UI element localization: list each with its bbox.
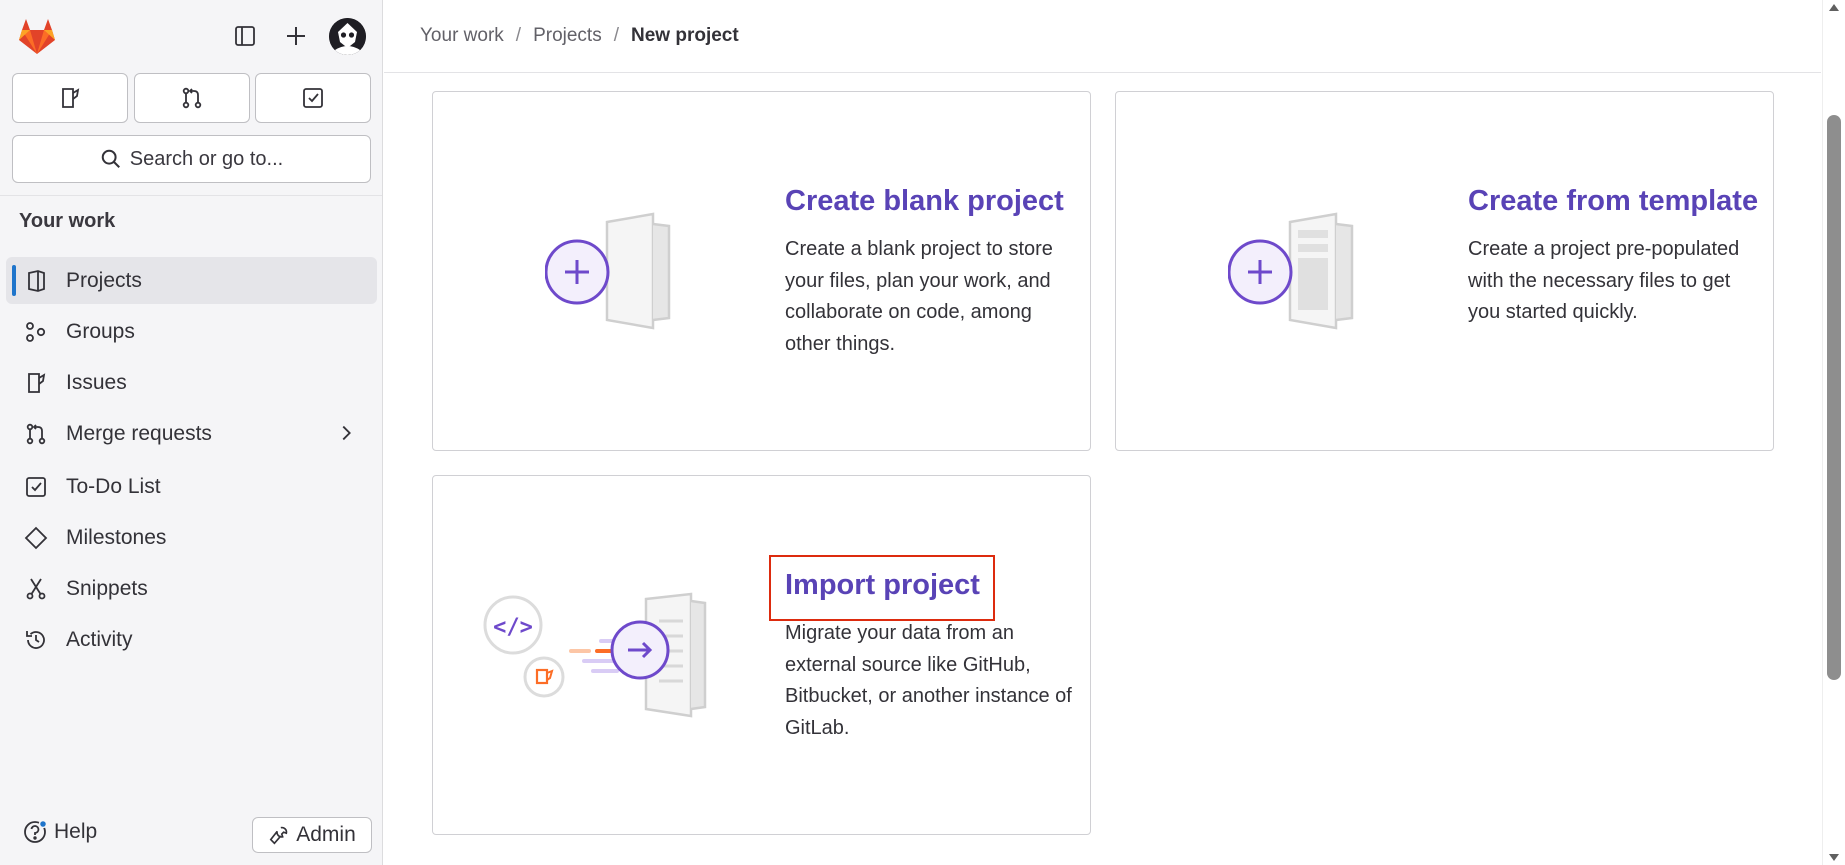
sidebar-item-label: Snippets [66, 576, 148, 600]
top-bar: Your work / Projects / New project [384, 0, 1821, 73]
sidebar-item-activity[interactable]: Activity [6, 616, 377, 663]
issues-icon [28, 373, 46, 393]
create-blank-project-card[interactable]: Create blank project Create a blank proj… [432, 91, 1091, 451]
assigned-issues-button[interactable] [12, 73, 128, 123]
sidebar-item-label: Activity [66, 627, 133, 651]
sidebar: Search or go to... Your work Projects Gr… [0, 0, 383, 865]
sidebar-item-label: Projects [66, 268, 142, 292]
blank-project-illustration [545, 212, 671, 330]
help-button[interactable]: Help [22, 819, 97, 845]
gitlab-logo-icon[interactable] [16, 16, 58, 56]
sidebar-item-label: Merge requests [66, 421, 212, 445]
sidebar-item-label: Milestones [66, 525, 167, 549]
scrollbar-thumb[interactable] [1827, 115, 1841, 680]
sidebar-item-milestones[interactable]: Milestones [6, 514, 377, 561]
scroll-down-arrow-icon[interactable] [1829, 854, 1839, 861]
breadcrumb-separator: / [613, 25, 619, 46]
todo-icon [26, 477, 46, 497]
snippet-icon [26, 578, 46, 600]
card-title: Create from template [1468, 185, 1759, 217]
issues-icon [62, 88, 80, 108]
breadcrumb-your-work[interactable]: Your work [420, 25, 504, 47]
sidebar-item-todo-list[interactable]: To-Do List [6, 463, 377, 510]
breadcrumb-separator: / [515, 25, 522, 46]
todo-button[interactable] [255, 73, 371, 123]
sidebar-item-merge-requests[interactable]: Merge requests [6, 410, 377, 457]
sidebar-divider [0, 195, 382, 196]
card-description: Create a project pre-populated with the … [1468, 238, 1740, 323]
sidebar-item-snippets[interactable]: Snippets [6, 565, 377, 612]
chevron-right-icon [342, 425, 351, 441]
import-project-illustration: </> [483, 592, 707, 718]
svg-text:</>: </> [493, 615, 533, 640]
create-new-icon[interactable] [278, 18, 314, 54]
merge-requests-button[interactable] [134, 73, 250, 123]
card-description: Migrate your data from an external sourc… [785, 622, 1072, 739]
import-project-card[interactable]: </> Import project Migrate your data fro… [432, 475, 1091, 835]
wrench-icon [269, 826, 288, 845]
card-title: Create blank project [785, 185, 1064, 217]
milestone-icon [24, 526, 48, 550]
search-icon [101, 149, 120, 168]
merge-request-icon [182, 87, 202, 109]
card-description: Create a blank project to store your fil… [785, 238, 1053, 355]
scrollbar[interactable] [1822, 0, 1845, 865]
search-button[interactable]: Search or go to... [12, 135, 371, 183]
admin-label: Admin [296, 823, 356, 846]
admin-button[interactable]: Admin [252, 817, 372, 853]
sidebar-item-issues[interactable]: Issues [6, 359, 377, 406]
sidebar-section-title: Your work [19, 210, 116, 232]
create-from-template-card[interactable]: Create from template Create a project pr… [1115, 91, 1774, 451]
help-icon [24, 819, 48, 843]
help-label: Help [54, 820, 98, 843]
sidebar-item-label: To-Do List [66, 474, 161, 498]
breadcrumb-current[interactable]: New project [631, 25, 739, 47]
todo-icon [303, 88, 323, 108]
breadcrumb-projects[interactable]: Projects [533, 25, 602, 47]
sidebar-item-label: Groups [66, 319, 135, 343]
highlight-box [769, 555, 995, 621]
search-placeholder: Search or go to... [129, 147, 284, 170]
template-illustration [1228, 212, 1354, 330]
sidebar-item-groups[interactable]: Groups [6, 308, 377, 355]
breadcrumb: Your work / Projects / New project [420, 25, 739, 47]
merge-request-icon [26, 423, 46, 445]
sidebar-toggle-icon[interactable] [227, 18, 263, 54]
sidebar-item-label: Issues [66, 370, 127, 394]
sidebar-item-projects[interactable]: Projects [6, 257, 377, 304]
project-icon [28, 270, 45, 292]
scroll-up-arrow-icon[interactable] [1829, 4, 1839, 11]
user-avatar[interactable] [329, 18, 366, 55]
history-icon [26, 631, 45, 649]
group-icon [26, 322, 46, 342]
